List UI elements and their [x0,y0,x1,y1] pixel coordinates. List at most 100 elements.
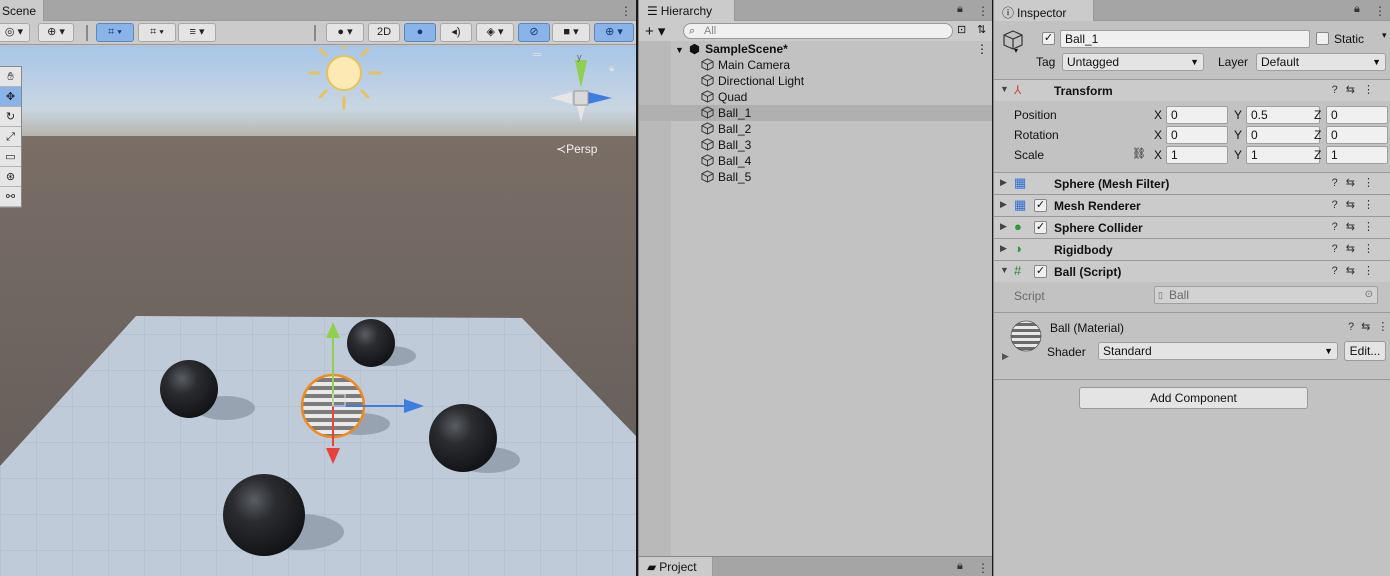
hierarchy-item[interactable]: Ball_2 [639,121,992,137]
hand-tool-icon[interactable]: ✋︎ [0,67,21,87]
scale-axis-z-label[interactable]: Z [1314,148,1321,162]
object-picker-icon[interactable]: ⊙ [1365,287,1373,303]
component-header-icons[interactable]: ?⇆⋮ [1332,242,1382,255]
audio-toggle-icon[interactable]: ◂) [440,23,472,42]
layer-dropdown[interactable]: Default ▼ [1256,53,1386,71]
rotation-axis-z-label[interactable]: Z [1314,128,1321,142]
scene-menu-icon[interactable]: ⋮ [976,41,988,57]
position-z-field[interactable]: 0 [1326,106,1388,124]
icon-dropdown-caret[interactable]: ▾ [1014,46,1018,55]
lock-icon[interactable]: 🔒︎ [957,3,963,16]
inspector-tab[interactable]: ⓘ Inspector [994,0,1094,21]
transform-tool-icon[interactable]: ⊛ [0,167,21,187]
position-x-field[interactable]: 0 [1166,106,1228,124]
hierarchy-item[interactable]: Quad [639,89,992,105]
filter-icon[interactable]: ⊡ [957,23,966,36]
effects-icon[interactable]: ◈ ▾ [476,23,514,42]
scale-tool-icon[interactable]: ⤢ [0,127,21,147]
project-tab[interactable]: ▰ Project [639,557,713,576]
collapse-arrow-icon[interactable]: ▼ [1000,84,1009,94]
material-expand-arrow-icon[interactable]: ▶ [1002,351,1009,362]
position-y-field[interactable]: 0.5 [1246,106,1320,124]
scale-x-field[interactable]: 1 [1166,146,1228,164]
script-field[interactable]: ▯ Ball ⊙ [1154,286,1378,304]
scene-root-row[interactable]: ▼ ⬢ SampleScene* ⋮ [639,41,992,57]
sort-icon[interactable]: ⇅ [977,23,986,36]
rotation-z-field[interactable]: 0 [1326,126,1388,144]
component-header-icons[interactable]: ?⇆⋮ [1332,83,1382,96]
material-header-icons[interactable]: ?⇆⋮ [1348,320,1390,333]
rotation-axis-y-label[interactable]: Y [1234,128,1242,142]
ball-5[interactable] [223,474,305,556]
hierarchy-item[interactable]: Directional Light [639,73,992,89]
hierarchy-item[interactable]: Main Camera [639,57,992,73]
rotate-tool-icon[interactable]: ↻ [0,107,21,127]
component-header-icons[interactable]: ?⇆⋮ [1332,220,1382,233]
static-checkbox[interactable] [1316,32,1329,45]
component-enabled-checkbox[interactable]: ✓ [1034,265,1047,278]
inspector-menu-icon[interactable]: ⋮ [1374,4,1386,18]
add-component-button[interactable]: Add Component [1079,387,1308,409]
ball-2[interactable] [160,360,218,418]
project-menu-icon[interactable]: ⋮ [977,561,989,575]
rotation-axis-x-label[interactable]: X [1154,128,1162,142]
edit-shader-button[interactable]: Edit... [1344,341,1386,361]
active-checkbox[interactable]: ✓ [1042,32,1055,45]
global-local-icon[interactable]: ⊕ ▾ [38,23,74,42]
perspective-label[interactable]: ≺Persp [556,142,597,156]
expand-arrow-icon[interactable]: ▶ [1000,199,1007,210]
shading-mode-icon[interactable]: ● ▾ [326,23,364,42]
scene-tab[interactable]: Scene [0,0,44,21]
scale-y-field[interactable]: 1 [1246,146,1320,164]
transform-header[interactable]: ▼ ⅄ Transform ?⇆⋮ [994,79,1390,101]
hierarchy-tab[interactable]: ☰ Hierarchy [639,0,735,21]
expand-arrow-icon[interactable]: ▶ [1000,243,1007,254]
scale-z-field[interactable]: 1 [1326,146,1388,164]
hierarchy-menu-icon[interactable]: ⋮ [977,4,989,18]
hierarchy-item[interactable]: Ball_4 [639,153,992,169]
component-header-icons[interactable]: ?⇆⋮ [1332,198,1382,211]
constrain-proportions-icon[interactable]: ⛓ [1132,147,1146,160]
inspector-lock-icon[interactable]: 🔒︎ [1354,3,1360,16]
scale-axis-y-label[interactable]: Y [1234,148,1242,162]
component-header[interactable]: ▶ ◑ Rigidbody ?⇆⋮ [994,238,1390,260]
component-header[interactable]: ▶ ▦ ✓ Mesh Renderer ?⇆⋮ [994,194,1390,216]
hierarchy-item[interactable]: Ball_3 [639,137,992,153]
component-header[interactable]: ▼ # ✓ Ball (Script) ?⇆⋮ [994,260,1390,282]
scale-axis-x-label[interactable]: X [1154,148,1162,162]
position-axis-x-label[interactable]: X [1154,108,1162,122]
gizmos-icon[interactable]: ⊕ ▾ [594,23,634,42]
position-axis-y-label[interactable]: Y [1234,108,1242,122]
component-header-icons[interactable]: ?⇆⋮ [1332,264,1382,277]
expand-arrow-icon[interactable]: ▼ [675,45,684,55]
ruler-icon[interactable]: ≡ ▾ [178,23,216,42]
expand-arrow-icon[interactable]: ▶ [1000,221,1007,232]
project-lock-icon[interactable]: 🔒︎ [957,560,963,573]
component-enabled-checkbox[interactable]: ✓ [1034,199,1047,212]
move-tool-icon[interactable]: ✥ [0,87,21,107]
tag-dropdown[interactable]: Untagged ▼ [1062,53,1204,71]
expand-arrow-icon[interactable]: ▶ [1000,177,1007,188]
component-header[interactable]: ▶ ▦ Sphere (Mesh Filter) ?⇆⋮ [994,172,1390,194]
hierarchy-item[interactable]: Ball_5 [639,169,992,185]
camera-icon[interactable]: ■ ▾ [552,23,590,42]
static-dropdown-icon[interactable]: ▾ [1382,30,1387,41]
component-enabled-checkbox[interactable]: ✓ [1034,221,1047,234]
component-header-icons[interactable]: ?⇆⋮ [1332,176,1382,189]
hidden-objects-icon[interactable]: ⊘ [518,23,550,42]
rect-tool-icon[interactable]: ▭ [0,147,21,167]
rotation-x-field[interactable]: 0 [1166,126,1228,144]
scene-viewport[interactable]: y ═ 🔒︎ ✋︎ ✥ ↻ ⤢ ▭ ⊛ ⚯ ≺Persp [0,46,636,576]
hierarchy-item[interactable]: Ball_1 [639,105,992,121]
draw-mode-icon[interactable]: ◎ ▾ [0,23,30,42]
lighting-toggle-icon[interactable]: ● [404,23,436,42]
object-name-field[interactable]: Ball_1 [1060,30,1310,48]
component-header[interactable]: ▶ ● ✓ Sphere Collider ?⇆⋮ [994,216,1390,238]
hierarchy-search-input[interactable]: ⌕ All [683,23,953,39]
add-object-button[interactable]: + ▾ [645,22,665,40]
increment-snap-icon[interactable]: ⌗ ▾ [138,23,176,42]
custom-tool-icon[interactable]: ⚯ [0,187,21,207]
rotation-y-field[interactable]: 0 [1246,126,1320,144]
2d-toggle-button[interactable]: 2D [368,23,400,42]
ball-3[interactable] [347,319,395,367]
